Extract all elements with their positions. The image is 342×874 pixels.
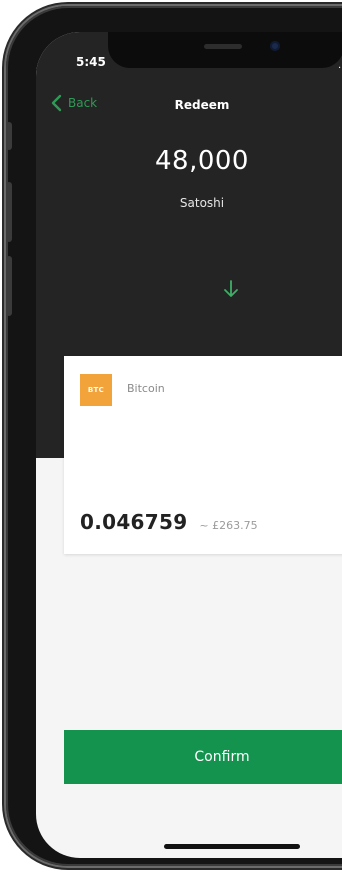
confirm-button[interactable]: Confirm — [64, 730, 342, 784]
screenshot-stage: 5:45 .. Back Redeem 48,000 Satoshi BTC B… — [0, 0, 342, 874]
volume-down-button — [6, 256, 12, 316]
page-title: Redeem — [174, 98, 230, 112]
coin-name: Bitcoin — [127, 382, 165, 395]
coin-value-row: 0.046759 ~ £263.75 — [80, 510, 258, 534]
coin-card[interactable]: BTC Bitcoin 0.046759 ~ £263.75 — [64, 356, 342, 554]
redeem-amount: 48,000 — [155, 146, 249, 176]
coin-value: 0.046759 — [80, 510, 188, 534]
redeem-unit: Satoshi — [179, 196, 225, 210]
speaker-grille — [204, 44, 242, 49]
mute-switch — [6, 122, 12, 150]
notch — [108, 32, 342, 68]
front-camera — [270, 41, 280, 51]
volume-up-button — [6, 182, 12, 242]
signal-icon: .. — [338, 60, 342, 71]
phone-frame: 5:45 .. Back Redeem 48,000 Satoshi BTC B… — [6, 6, 342, 866]
arrow-down-icon — [224, 280, 238, 297]
btc-badge-icon: BTC — [80, 374, 112, 406]
phone-screen: 5:45 .. Back Redeem 48,000 Satoshi BTC B… — [36, 32, 342, 858]
home-indicator — [164, 844, 300, 849]
status-time: 5:45 — [76, 55, 106, 69]
fiat-value: ~ £263.75 — [199, 519, 258, 532]
